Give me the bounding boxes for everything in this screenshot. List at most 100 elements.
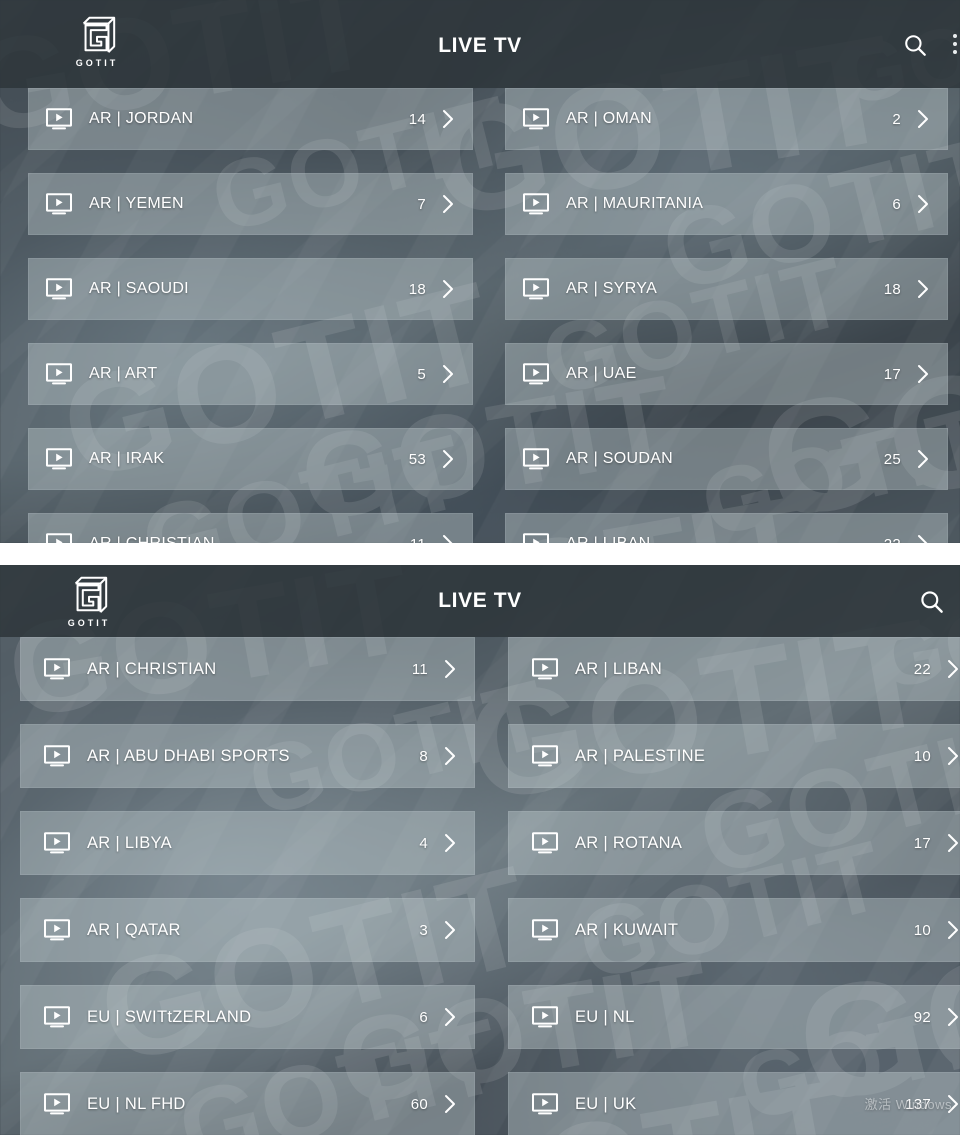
tv-play-icon xyxy=(523,363,549,385)
channel-count-badge: 2 xyxy=(892,110,901,128)
chevron-right-icon xyxy=(918,280,928,298)
tv-play-icon xyxy=(44,1093,70,1115)
screenshot-root: GOTITGOTITGOTITGOTITGOTITGOTITGOTITGOTIT… xyxy=(0,0,960,1135)
chevron-right-icon xyxy=(443,280,453,298)
channel-group-card[interactable]: AR | KUWAIT 10 xyxy=(508,898,960,962)
channel-group-row: EU | SWITtZERLAND 6 EU | NL 92 xyxy=(0,985,960,1072)
channel-count-badge: 22 xyxy=(913,660,931,678)
channel-group-row: AR | JORDAN 14 AR | OMAN 2 xyxy=(0,88,960,173)
chevron-right-icon xyxy=(948,921,958,939)
chevron-right-icon xyxy=(948,660,958,678)
tv-play-icon xyxy=(532,1006,558,1028)
channel-group-label: EU | NL FHD xyxy=(87,1094,186,1113)
tv-play-icon xyxy=(523,193,549,215)
tv-play-icon xyxy=(44,1006,70,1028)
channel-group-label: AR | CHRISTIAN xyxy=(89,535,215,543)
chevron-right-icon xyxy=(443,450,453,468)
channel-group-card[interactable]: AR | OMAN 2 xyxy=(505,88,948,150)
overflow-menu-button[interactable] xyxy=(946,24,960,64)
channel-group-card[interactable]: AR | SAOUDI 18 xyxy=(28,258,473,320)
channel-group-label: AR | LIBAN xyxy=(575,659,663,678)
channel-group-label: AR | LIBAN xyxy=(566,535,651,543)
channel-group-row: EU | NL FHD 60 EU | UK 137 xyxy=(0,1072,960,1135)
channel-group-label: AR | SYRYA xyxy=(566,280,658,297)
channel-group-card[interactable]: AR | SYRYA 18 xyxy=(505,258,948,320)
chevron-right-icon xyxy=(445,1008,455,1026)
channel-count-badge: 53 xyxy=(408,450,426,468)
kebab-menu-icon xyxy=(953,50,957,54)
channel-count-badge: 11 xyxy=(410,536,426,544)
channel-group-label: AR | ART xyxy=(89,365,158,382)
chevron-right-icon xyxy=(445,660,455,678)
channel-group-label: AR | OMAN xyxy=(566,110,652,127)
channel-group-card[interactable]: AR | ROTANA 17 xyxy=(508,811,960,875)
chevron-right-icon xyxy=(443,195,453,213)
channel-group-grid: AR | JORDAN 14 AR | OMAN 2 AR | YEMEN 7 AR | M… xyxy=(0,88,960,543)
channel-group-card[interactable]: AR | CHRISTIAN 11 xyxy=(20,637,475,701)
channel-count-badge: 3 xyxy=(419,921,428,939)
channel-group-grid: AR | CHRISTIAN 11 AR | LIBAN 22 AR | ABU DHA… xyxy=(0,637,960,1135)
tv-play-icon xyxy=(46,363,72,385)
channel-group-card[interactable]: AR | IRAK 53 xyxy=(28,428,473,490)
channel-group-card[interactable]: AR | UAE 17 xyxy=(505,343,948,405)
tv-play-icon xyxy=(532,745,558,767)
brand-wordmark: GOTIT xyxy=(75,58,119,68)
chevron-right-icon xyxy=(948,747,958,765)
channel-group-label: AR | SOUDAN xyxy=(566,450,674,467)
channel-group-label: EU | SWITtZERLAND xyxy=(87,1007,252,1026)
channel-group-card[interactable]: AR | LIBAN 22 xyxy=(508,637,960,701)
channel-group-card[interactable]: AR | SOUDAN 25 xyxy=(505,428,948,490)
channel-group-card[interactable]: AR | ART 5 xyxy=(28,343,473,405)
channel-group-card[interactable]: AR | PALESTINE 10 xyxy=(508,724,960,788)
kebab-menu-icon xyxy=(953,34,957,38)
tv-play-icon xyxy=(46,193,72,215)
search-icon xyxy=(905,35,926,56)
channel-group-card[interactable]: AR | QATAR 3 xyxy=(20,898,475,962)
chevron-right-icon xyxy=(445,747,455,765)
channel-count-badge: 18 xyxy=(883,280,901,298)
channel-count-badge: 10 xyxy=(913,747,931,765)
channel-count-badge: 22 xyxy=(884,536,901,544)
search-button[interactable] xyxy=(916,586,946,616)
channel-group-label: AR | LIBYA xyxy=(87,833,172,852)
channel-group-row: AR | LIBYA 4 AR | ROTANA 17 xyxy=(0,811,960,898)
search-icon xyxy=(920,590,943,613)
channel-group-label: EU | UK xyxy=(575,1094,637,1113)
tv-play-icon xyxy=(46,533,72,543)
kebab-menu-icon xyxy=(953,42,957,46)
windows-activation-watermark: 激活 Windows xyxy=(864,1097,952,1112)
channel-group-card[interactable]: AR | CHRISTIAN 11 xyxy=(28,513,473,543)
channel-group-row: AR | IRAK 53 AR | SOUDAN 25 xyxy=(0,428,960,513)
tv-play-icon xyxy=(46,108,72,130)
channel-count-badge: 14 xyxy=(408,110,426,128)
channel-group-card[interactable]: AR | ABU DHABI SPORTS 8 xyxy=(20,724,475,788)
chevron-right-icon xyxy=(918,110,928,128)
search-button[interactable] xyxy=(900,30,930,60)
channel-group-card[interactable]: AR | JORDAN 14 xyxy=(28,88,473,150)
channel-group-card[interactable]: AR | YEMEN 7 xyxy=(28,173,473,235)
chevron-right-icon xyxy=(918,450,928,468)
channel-count-badge: 6 xyxy=(419,1008,428,1026)
panel-separator xyxy=(0,543,960,565)
channel-group-card[interactable]: AR | LIBAN 22 xyxy=(505,513,948,543)
tv-play-icon xyxy=(532,658,558,680)
chevron-right-icon xyxy=(918,195,928,213)
tv-play-icon xyxy=(523,278,549,300)
channel-group-card[interactable]: EU | NL 92 xyxy=(508,985,960,1049)
channel-count-badge: 6 xyxy=(892,195,901,213)
channel-group-label: AR | CHRISTIAN xyxy=(87,659,217,678)
channel-group-label: AR | YEMEN xyxy=(89,195,184,212)
channel-group-label: AR | QATAR xyxy=(87,920,181,939)
channel-group-card[interactable]: EU | NL FHD 60 xyxy=(20,1072,475,1135)
chevron-right-icon xyxy=(445,834,455,852)
channel-group-card[interactable]: AR | LIBYA 4 xyxy=(20,811,475,875)
channel-group-card[interactable]: EU | SWITtZERLAND 6 xyxy=(20,985,475,1049)
channel-count-badge: 17 xyxy=(883,365,901,383)
channel-count-badge: 10 xyxy=(913,921,931,939)
channel-group-label: AR | MAURITANIA xyxy=(566,195,704,212)
tv-play-icon xyxy=(532,1093,558,1115)
channel-count-badge: 25 xyxy=(883,450,901,468)
channel-group-label: AR | PALESTINE xyxy=(575,746,706,765)
channel-group-card[interactable]: AR | MAURITANIA 6 xyxy=(505,173,948,235)
channel-group-label: AR | KUWAIT xyxy=(575,920,679,939)
